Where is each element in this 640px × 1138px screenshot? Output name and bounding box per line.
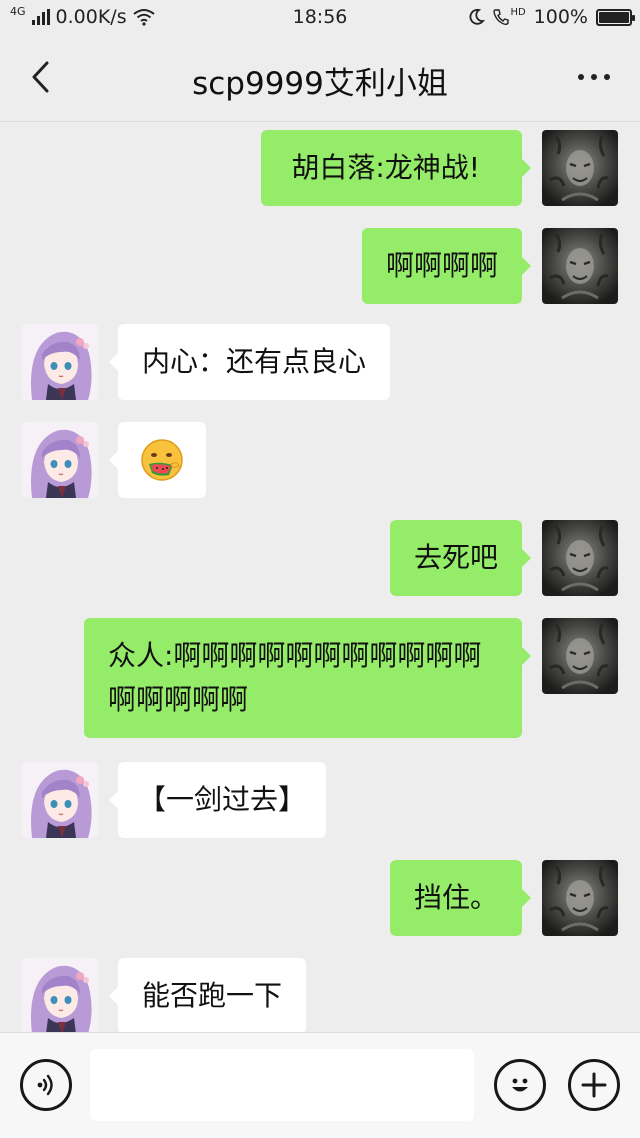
status-right: HD 100% [467,6,635,28]
emoji-button[interactable] [494,1059,546,1111]
eating-watermelon-emoji-icon [141,439,183,481]
avatar[interactable] [22,422,98,498]
chat-title: scp9999艾利小姐 [192,66,448,102]
avatar[interactable] [542,860,618,936]
message-list[interactable]: 胡白落:龙神战! 啊啊啊啊 内心：还有点良心 去死吧 众人:啊啊啊啊啊啊啊啊啊啊… [0,122,640,1032]
message-bubble[interactable]: 【一剑过去】 [108,762,327,838]
input-bar [0,1032,640,1138]
battery-icon [596,8,635,26]
battery-percent: 100% [533,6,588,28]
avatar[interactable] [22,324,98,400]
back-button[interactable] [20,54,60,100]
message-bubble[interactable]: 能否跑一下 [108,958,307,1032]
hd-label: HD [510,6,526,18]
message-bubble[interactable]: 挡住。 [389,860,532,936]
more-actions-button[interactable] [568,1059,620,1111]
plus-icon [581,1072,607,1098]
avatar[interactable] [22,958,98,1032]
voice-button[interactable] [20,1059,72,1111]
chevron-left-icon [32,61,49,93]
dot-icon [604,74,610,80]
dot-icon [578,74,584,80]
message-bubble[interactable] [109,422,206,498]
dot-icon [591,74,597,80]
voice-icon [37,1074,53,1096]
message-bubble[interactable]: 啊啊啊啊 [361,228,532,304]
message-input[interactable] [90,1049,474,1121]
emoji-icon [512,1078,528,1092]
chat-header: scp9999艾利小姐 [0,34,640,122]
message-bubble[interactable]: 胡白落:龙神战! [261,130,531,206]
message-bubble[interactable]: 去死吧 [389,520,532,596]
moon-icon [469,8,486,25]
status-bar: 4G 0.00K/s 18:56 HD 100% [0,0,640,34]
call-hd-icon: HD [493,6,526,26]
avatar[interactable] [22,762,98,838]
avatar[interactable] [542,618,618,694]
more-options-button[interactable] [564,54,624,100]
avatar[interactable] [542,520,618,596]
avatar[interactable] [542,228,618,304]
message-bubble[interactable]: 内心：还有点良心 [108,324,391,400]
battery-fill [599,11,629,23]
message-bubble[interactable]: 众人:啊啊啊啊啊啊啊啊啊啊啊啊啊啊啊啊 [84,618,531,738]
avatar[interactable] [542,130,618,206]
